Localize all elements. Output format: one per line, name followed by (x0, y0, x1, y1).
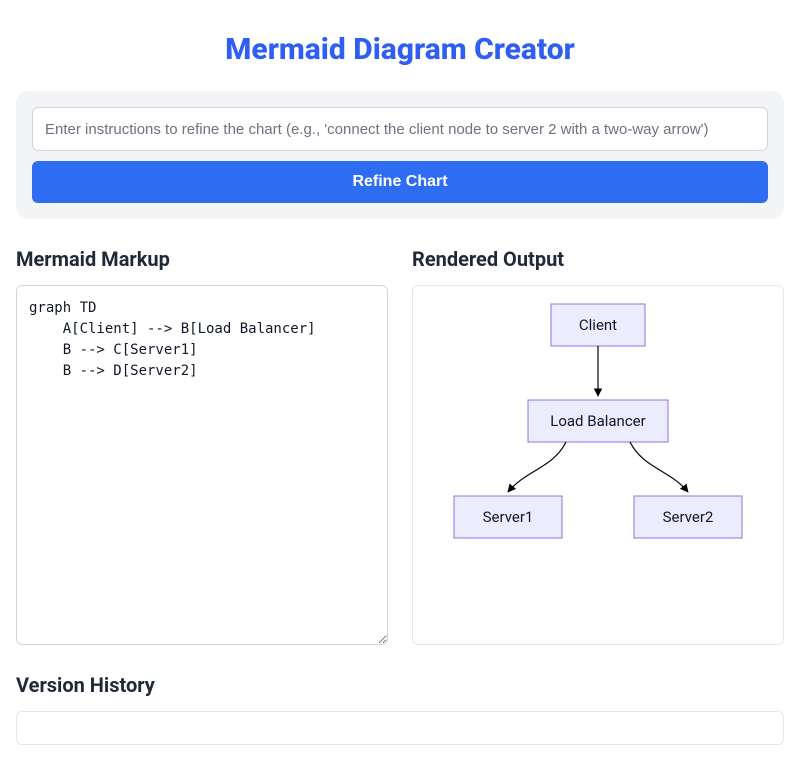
refine-panel: Refine Chart (16, 91, 784, 219)
diagram-node-client-label: Client (579, 316, 617, 334)
markup-section-title: Mermaid Markup (16, 247, 388, 271)
render-section-title: Rendered Output (412, 247, 784, 271)
markup-column: Mermaid Markup (16, 247, 388, 649)
diagram-edge-b-d (630, 442, 688, 492)
render-column: Rendered Output Client Load Balancer (412, 247, 784, 649)
page-title: Mermaid Diagram Creator (16, 32, 784, 67)
diagram-node-server1-label: Server1 (483, 508, 534, 526)
markup-textarea[interactable] (16, 285, 388, 645)
diagram-node-server2-label: Server2 (663, 508, 714, 526)
refine-input[interactable] (32, 107, 768, 151)
rendered-output: Client Load Balancer Server1 Server2 (412, 285, 784, 645)
history-section-title: Version History (16, 673, 784, 697)
version-history-list (16, 711, 784, 745)
diagram-svg: Client Load Balancer Server1 Server2 (438, 300, 758, 570)
diagram-edge-b-c (508, 442, 566, 492)
refine-button[interactable]: Refine Chart (32, 161, 768, 203)
diagram-node-load-balancer-label: Load Balancer (550, 412, 645, 430)
